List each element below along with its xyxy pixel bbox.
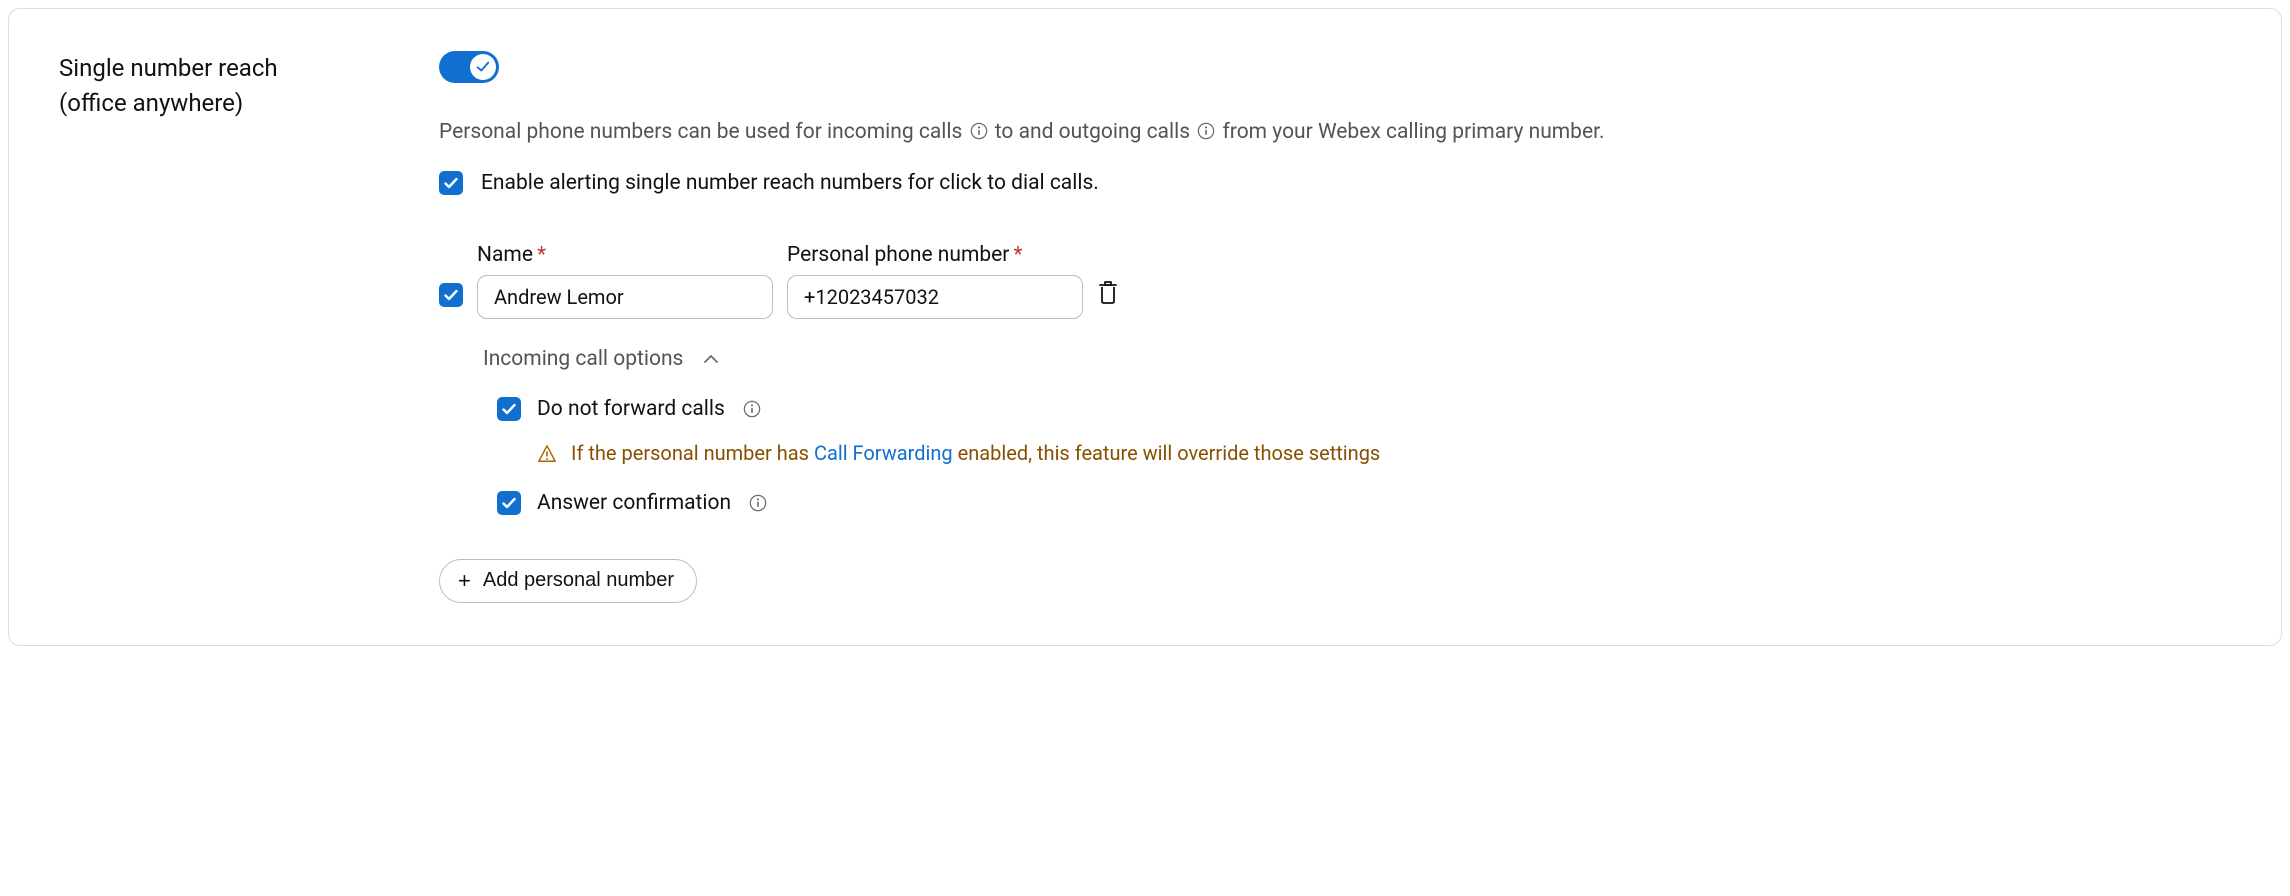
entry-check-wrapper xyxy=(439,283,463,309)
info-icon[interactable] xyxy=(743,400,761,418)
do-not-forward-checkbox[interactable] xyxy=(497,397,521,421)
check-icon xyxy=(443,175,459,191)
answer-confirmation-label: Answer confirmation xyxy=(537,491,731,515)
add-personal-number-button[interactable]: + Add personal number xyxy=(439,559,697,603)
info-icon[interactable] xyxy=(970,122,988,140)
plus-icon: + xyxy=(458,570,471,592)
warning-suffix: enabled, this feature will override thos… xyxy=(958,441,1381,465)
delete-entry-button[interactable] xyxy=(1097,279,1119,311)
info-icon[interactable] xyxy=(1197,122,1215,140)
enable-alerting-row: Enable alerting single number reach numb… xyxy=(439,171,2235,195)
required-asterisk: * xyxy=(537,243,546,267)
warning-prefix: If the personal number has xyxy=(571,441,809,465)
enable-alerting-label: Enable alerting single number reach numb… xyxy=(481,171,1099,195)
answer-confirmation-row: Answer confirmation xyxy=(497,491,2235,515)
required-asterisk: * xyxy=(1013,243,1022,267)
section-content: Personal phone numbers can be used for i… xyxy=(439,51,2235,603)
section-header: Single number reach (office anywhere) xyxy=(59,51,399,603)
phone-field-label: Personal phone number* xyxy=(787,243,1083,267)
do-not-forward-label: Do not forward calls xyxy=(537,397,725,421)
desc-part3: from your Webex calling primary number. xyxy=(1222,120,1604,144)
info-icon[interactable] xyxy=(749,494,767,512)
description-text: Personal phone numbers can be used for i… xyxy=(439,117,2235,149)
name-input[interactable] xyxy=(477,275,773,319)
do-not-forward-row: Do not forward calls xyxy=(497,397,2235,421)
enable-alerting-checkbox[interactable] xyxy=(439,171,463,195)
snr-toggle[interactable] xyxy=(439,51,499,83)
single-number-reach-card: Single number reach (office anywhere) Pe… xyxy=(8,8,2282,646)
incoming-options-panel: Do not forward calls If the personal num… xyxy=(497,397,2235,515)
phone-field: Personal phone number* xyxy=(787,243,1083,319)
answer-confirmation-checkbox[interactable] xyxy=(497,491,521,515)
number-entry-row: Name* Personal phone number* xyxy=(439,243,2235,319)
trash-icon xyxy=(1097,279,1119,305)
name-field: Name* xyxy=(477,243,773,319)
chevron-up-icon xyxy=(703,354,719,364)
incoming-options-toggle[interactable]: Incoming call options xyxy=(483,347,2235,371)
add-button-label: Add personal number xyxy=(483,569,674,592)
phone-label-text: Personal phone number xyxy=(787,243,1009,267)
name-field-label: Name* xyxy=(477,243,773,267)
check-icon xyxy=(501,495,517,511)
incoming-options-label: Incoming call options xyxy=(483,347,683,371)
desc-part1: Personal phone numbers can be used for i… xyxy=(439,120,962,144)
entry-enable-checkbox[interactable] xyxy=(439,283,463,307)
section-title-line1: Single number reach xyxy=(59,54,278,82)
toggle-knob xyxy=(470,54,496,80)
desc-part2: to and outgoing calls xyxy=(995,120,1190,144)
check-icon xyxy=(476,60,490,74)
check-icon xyxy=(443,287,459,303)
call-forwarding-link[interactable]: Call Forwarding xyxy=(814,441,953,465)
section-title: Single number reach (office anywhere) xyxy=(59,51,399,121)
section-title-line2: (office anywhere) xyxy=(59,89,243,117)
forwarding-warning: If the personal number has Call Forwardi… xyxy=(537,441,2235,465)
warning-icon xyxy=(537,444,557,464)
name-label-text: Name xyxy=(477,243,533,267)
phone-input[interactable] xyxy=(787,275,1083,319)
warning-text: If the personal number has Call Forwardi… xyxy=(571,441,1380,465)
check-icon xyxy=(501,401,517,417)
